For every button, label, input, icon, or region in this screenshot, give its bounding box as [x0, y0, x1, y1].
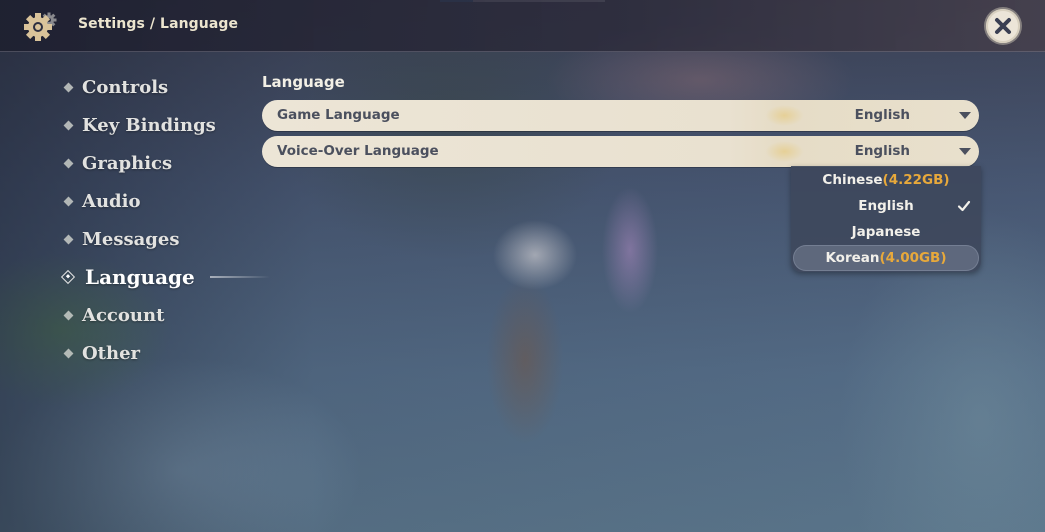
- voice-over-language-select[interactable]: Voice-Over Language English: [262, 136, 979, 167]
- option-label: English: [858, 198, 914, 214]
- game-language-select[interactable]: Game Language English: [262, 100, 979, 131]
- sidebar-item-label: Audio: [82, 190, 141, 212]
- option-download-size: (4.00GB): [879, 250, 947, 266]
- dropdown-option-japanese[interactable]: Japanese: [793, 219, 979, 245]
- setting-value: English: [854, 143, 910, 159]
- dropdown-option-korean[interactable]: Korean (4.00GB): [793, 245, 979, 271]
- setting-value: English: [854, 107, 910, 123]
- header-bar: Settings / Language: [0, 0, 1045, 52]
- sidebar-item-audio[interactable]: Audio: [60, 182, 260, 220]
- gear-icon: [24, 12, 57, 41]
- diamond-bullet-icon: [63, 348, 74, 358]
- section-title: Language: [262, 73, 345, 91]
- active-diamond-icon: [60, 269, 76, 285]
- dropdown-arrow-icon: [959, 148, 971, 155]
- option-label: Korean: [825, 250, 880, 266]
- dropdown-option-english[interactable]: English: [793, 193, 979, 219]
- sidebar-item-label: Account: [82, 304, 165, 326]
- setting-label: Game Language: [277, 107, 400, 123]
- setting-label: Voice-Over Language: [277, 143, 439, 159]
- sidebar-item-other[interactable]: Other: [60, 334, 260, 372]
- active-glow: [210, 276, 270, 278]
- breadcrumb: Settings / Language: [78, 16, 239, 32]
- sidebar-item-messages[interactable]: Messages: [60, 220, 260, 258]
- option-download-size: (4.22GB): [882, 172, 950, 188]
- sidebar-item-controls[interactable]: Controls: [60, 68, 260, 106]
- star-decoration: [762, 103, 807, 128]
- diamond-bullet-icon: [63, 82, 74, 92]
- sidebar-item-key-bindings[interactable]: Key Bindings: [60, 106, 260, 144]
- checkmark-icon: [957, 200, 971, 212]
- sidebar-item-label: Language: [85, 265, 195, 289]
- dropdown-option-chinese[interactable]: Chinese (4.22GB): [793, 167, 979, 193]
- sidebar-item-label: Controls: [82, 76, 169, 98]
- diamond-bullet-icon: [63, 196, 74, 206]
- sidebar-item-label: Other: [82, 342, 141, 364]
- sidebar-item-label: Key Bindings: [82, 114, 216, 136]
- dropdown-arrow-icon: [959, 112, 971, 119]
- option-label: Japanese: [851, 224, 921, 240]
- sidebar-item-account[interactable]: Account: [60, 296, 260, 334]
- option-label: Chinese: [822, 172, 883, 188]
- close-button[interactable]: [986, 9, 1020, 43]
- diamond-bullet-icon: [63, 234, 74, 244]
- voice-over-language-dropdown: Chinese (4.22GB) English Japanese Korean(…: [791, 166, 981, 272]
- star-decoration: [762, 139, 807, 164]
- diamond-bullet-icon: [63, 158, 74, 168]
- sidebar-item-label: Graphics: [82, 152, 173, 174]
- sidebar-item-graphics[interactable]: Graphics: [60, 144, 260, 182]
- sidebar-item-language[interactable]: Language: [60, 258, 270, 296]
- close-icon: [995, 18, 1011, 34]
- settings-sidebar: Controls Key Bindings Graphics Audio Mes…: [60, 68, 270, 372]
- diamond-bullet-icon: [63, 310, 74, 320]
- sidebar-item-label: Messages: [82, 228, 180, 250]
- diamond-bullet-icon: [63, 120, 74, 130]
